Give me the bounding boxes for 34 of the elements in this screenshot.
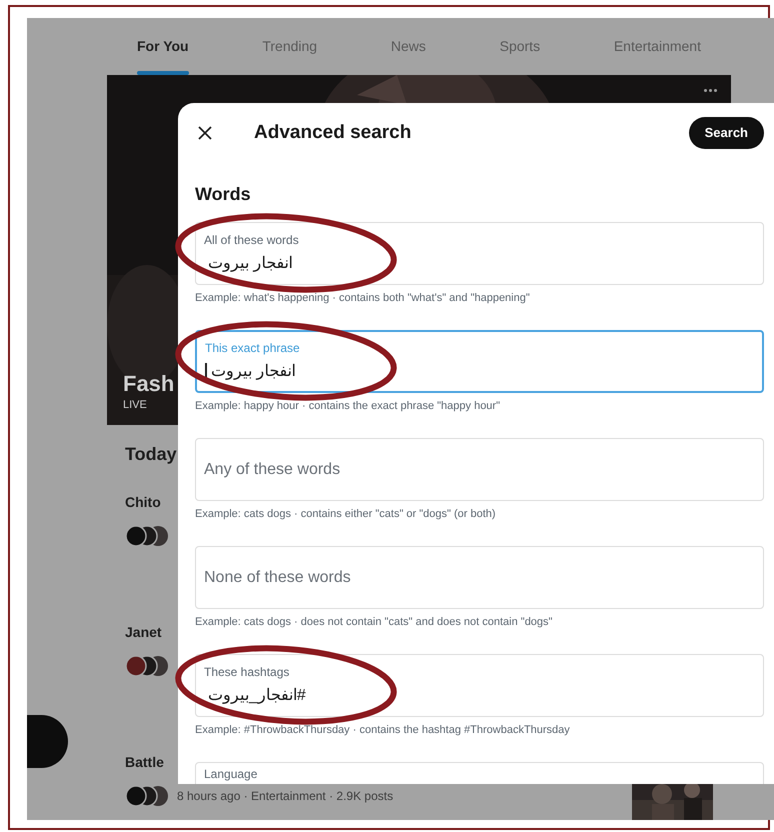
input-field[interactable]: Any of these words bbox=[195, 438, 764, 501]
close-icon[interactable] bbox=[198, 126, 212, 140]
live-label: LIVE bbox=[123, 398, 147, 413]
section-title: Today bbox=[125, 443, 177, 466]
field-label: All of these words bbox=[204, 232, 300, 246]
field-label: Language bbox=[204, 767, 258, 781]
pill-shape bbox=[27, 715, 68, 768]
search-button[interactable]: Search bbox=[688, 117, 764, 149]
field-value: انفجار بيروت bbox=[210, 362, 296, 382]
input-field[interactable]: None of these words bbox=[195, 546, 764, 609]
field-value: انفجار بيروت bbox=[207, 254, 292, 274]
avatars-icon bbox=[125, 525, 169, 547]
field-hint: Example: cats dogs · does not contain "cats" and does not contain "dogs" bbox=[195, 615, 554, 629]
field-label: These hashtags bbox=[204, 664, 290, 678]
avatars-icon bbox=[125, 785, 169, 807]
trend-title[interactable]: Janet bbox=[125, 622, 177, 643]
avatars-icon bbox=[125, 655, 169, 677]
trend-title[interactable]: Battle bbox=[125, 752, 177, 773]
section-heading: Words bbox=[195, 183, 252, 206]
field-hint: Example: happy hour · contains the exact phrase "happy hour" bbox=[195, 399, 501, 413]
hero-title: Fash bbox=[123, 370, 174, 398]
dialog-title: Advanced search bbox=[254, 120, 412, 145]
input-field[interactable]: Language bbox=[195, 762, 764, 784]
field-label: This exact phrase bbox=[205, 340, 301, 354]
field-hint: Example: cats dogs · contains either "cats" or "dogs" (or both) bbox=[195, 507, 497, 521]
field-value: #انفجار_بيروت bbox=[207, 686, 306, 706]
field-placeholder: Any of these words bbox=[204, 460, 342, 480]
trend-meta: 8 hours ago · Entertainment · 2.9K posts bbox=[177, 788, 394, 805]
more-icon[interactable] bbox=[704, 89, 717, 92]
field-hint: Example: what's happening · contains both "what's" and "happening" bbox=[195, 291, 531, 305]
field-hint: Example: #ThrowbackThursday · contains the hashtag #ThrowbackThursday bbox=[195, 723, 571, 737]
tab[interactable]: For You bbox=[137, 18, 189, 75]
field-placeholder: None of these words bbox=[204, 568, 352, 588]
trend-title[interactable]: Chito bbox=[125, 492, 177, 513]
